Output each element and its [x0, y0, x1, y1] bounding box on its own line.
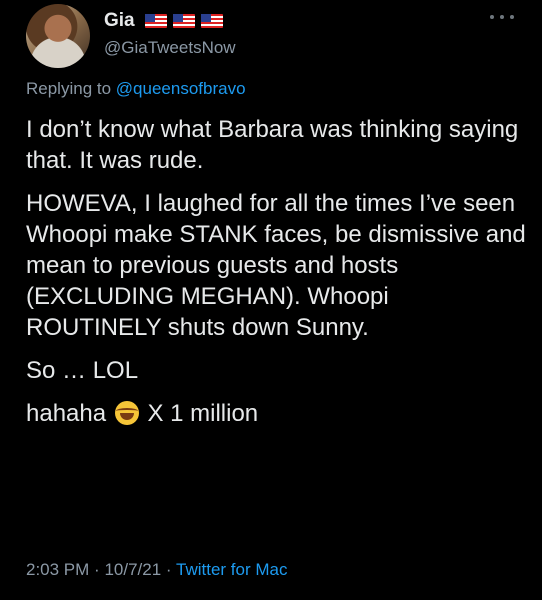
user-handle[interactable]: @GiaTweetsNow: [104, 38, 236, 58]
display-name[interactable]: Gia: [104, 10, 135, 32]
us-flag-icon: [200, 14, 223, 28]
tweet-paragraph: HOWEVA, I laughed for all the times I’ve…: [26, 190, 526, 341]
author-row: Gia: [104, 10, 223, 32]
reply-mention-link[interactable]: @queensofbravo: [116, 79, 246, 98]
replying-prefix: Replying to: [26, 79, 112, 98]
avatar[interactable]: [26, 4, 90, 68]
tweet-source-link[interactable]: Twitter for Mac: [176, 560, 287, 579]
tweet-text-hahaha: hahaha: [26, 400, 107, 427]
tweet-text-million: X 1 million: [147, 400, 259, 427]
more-options-icon[interactable]: [490, 10, 514, 24]
us-flag-icon: [144, 14, 167, 28]
tweet-paragraph-last: hahaha X 1 million: [26, 398, 526, 429]
replying-to: Replying to @queensofbravo: [26, 79, 246, 99]
us-flag-icon: [172, 14, 195, 28]
tweet-date[interactable]: 10/7/21: [104, 560, 161, 579]
tweet-text: I don’t know what Barbara was thinking s…: [26, 114, 526, 441]
joy-emoji-icon: [114, 401, 139, 425]
tweet-paragraph: I don’t know what Barbara was thinking s…: [26, 116, 519, 174]
tweet-time[interactable]: 2:03 PM: [26, 560, 89, 579]
meta-separator: ·: [165, 560, 172, 579]
meta-separator: ·: [94, 560, 100, 579]
tweet-meta: 2:03 PM · 10/7/21 · Twitter for Mac: [26, 560, 287, 580]
tweet-paragraph: So … LOL: [26, 357, 139, 384]
flag-emojis: [144, 14, 223, 28]
